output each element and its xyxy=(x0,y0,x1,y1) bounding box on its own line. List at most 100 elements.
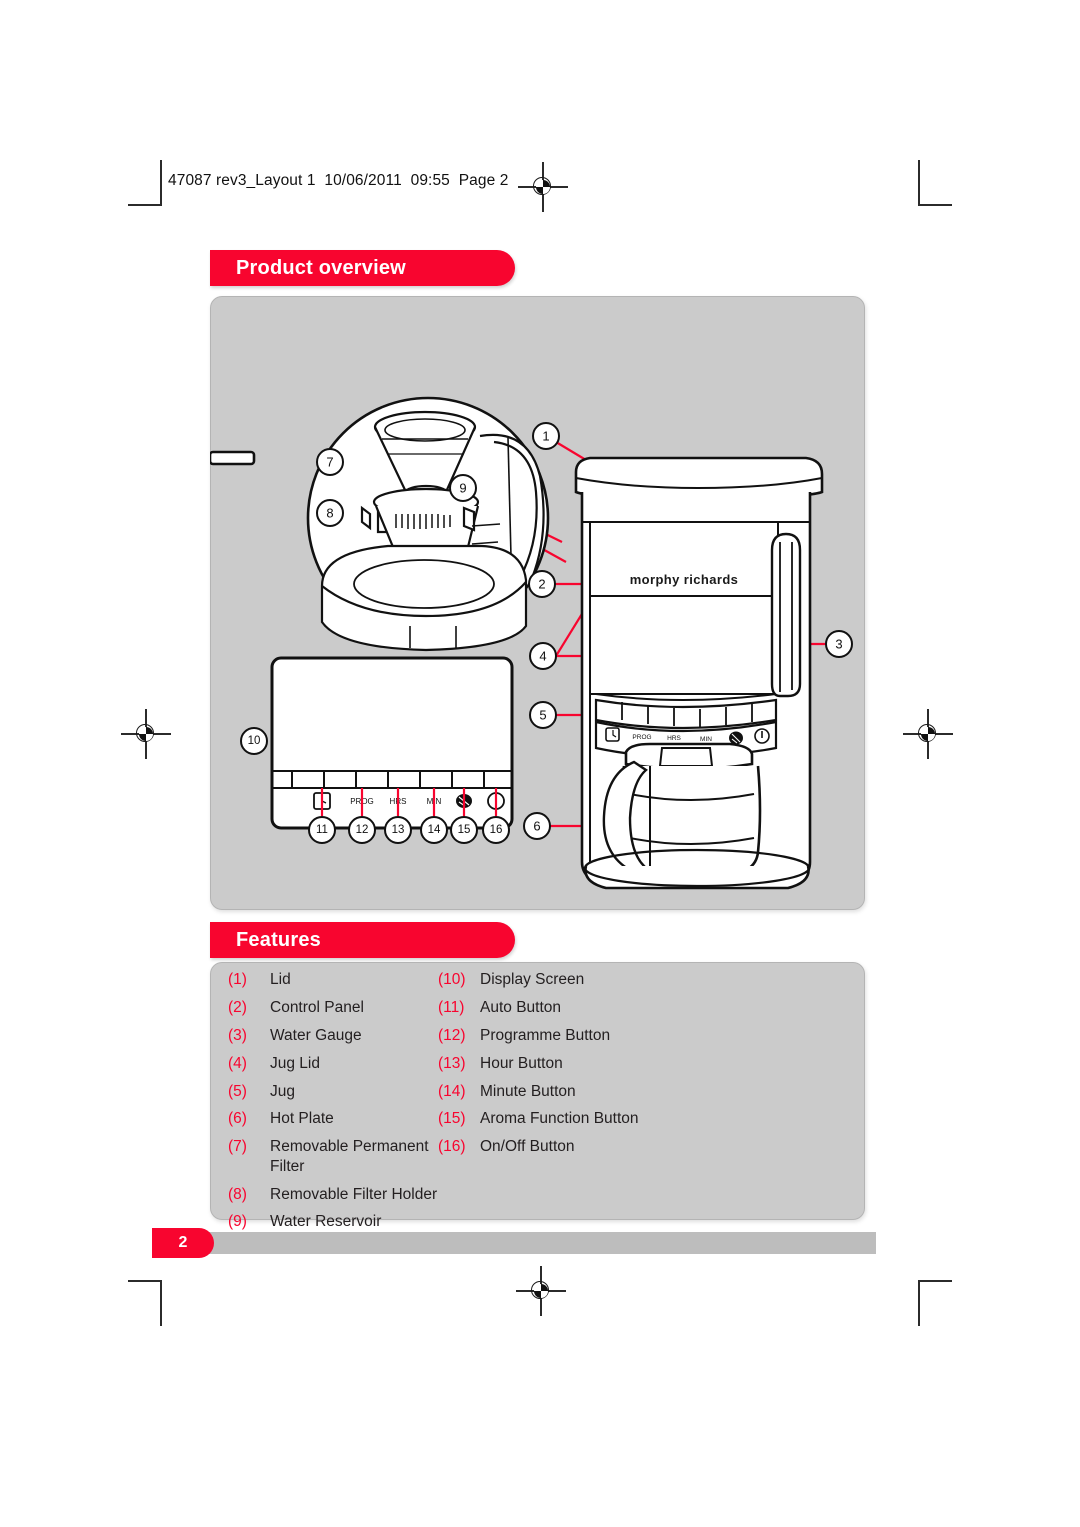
feature-number: (4) xyxy=(228,1054,247,1072)
list-item: (8) Removable Filter Holder xyxy=(228,1185,438,1204)
registration-mark-bottom xyxy=(516,1266,566,1316)
callout-11: 11 xyxy=(308,816,336,844)
list-item: (11) Auto Button xyxy=(438,998,678,1017)
callout-1: 1 xyxy=(532,422,560,450)
crop-mark-bottom-right xyxy=(906,1280,952,1326)
callout-11-label: 11 xyxy=(316,824,328,836)
list-item: (14) Minute Button xyxy=(438,1082,678,1101)
callout-15: 15 xyxy=(450,816,478,844)
feature-label: Aroma Function Button xyxy=(480,1110,639,1128)
feature-number: (6) xyxy=(228,1110,247,1128)
callout-6: 6 xyxy=(523,812,551,840)
callout-14-label: 14 xyxy=(428,824,441,836)
feature-number: (7) xyxy=(228,1138,247,1156)
feature-number: (3) xyxy=(228,1026,247,1044)
callout-6-label: 6 xyxy=(533,819,540,834)
list-item: (9) Water Reservoir xyxy=(228,1212,438,1231)
section-banner-features: Features xyxy=(210,922,515,958)
callout-3: 3 xyxy=(825,630,853,658)
callout-16-label: 16 xyxy=(490,824,503,836)
page-header-text: 47087 rev3_Layout 1 10/06/2011 09:55 Pag… xyxy=(168,172,509,189)
list-item: (1) Lid xyxy=(228,970,438,989)
feature-label: Jug Lid xyxy=(270,1054,320,1072)
feature-label: Auto Button xyxy=(480,998,562,1016)
list-item: (7) Removable Permanent Filter xyxy=(228,1137,438,1176)
callout-5-label: 5 xyxy=(539,708,546,723)
callout-12: 12 xyxy=(348,816,376,844)
list-item: (6) Hot Plate xyxy=(228,1109,438,1128)
callout-7-label: 7 xyxy=(326,455,333,470)
callout-2: 2 xyxy=(528,570,556,598)
registration-mark-left xyxy=(121,709,171,759)
list-item: (3) Water Gauge xyxy=(228,1026,438,1045)
feature-label: Water Gauge xyxy=(270,1026,362,1044)
callout-7: 7 xyxy=(316,448,344,476)
machine-power-icon xyxy=(754,728,770,744)
list-item: (16) On/Off Button xyxy=(438,1137,678,1156)
feature-number: (10) xyxy=(438,971,466,988)
jug-lid xyxy=(624,742,754,771)
feature-number: (9) xyxy=(228,1213,247,1231)
list-item: (4) Jug Lid xyxy=(228,1054,438,1073)
feature-number: (5) xyxy=(228,1082,247,1100)
callout-1-label: 1 xyxy=(542,429,549,444)
feature-label: Removable Permanent Filter xyxy=(270,1138,429,1175)
page-number-tab: 2 xyxy=(152,1228,214,1258)
registration-mark-right xyxy=(903,709,953,759)
callout-13-label: 13 xyxy=(392,824,405,836)
water-gauge xyxy=(770,532,802,698)
callout-14: 14 xyxy=(420,816,448,844)
callout-8: 8 xyxy=(316,499,344,527)
callout-16: 16 xyxy=(482,816,510,844)
features-right-column: (10) Display Screen (11) Auto Button (12… xyxy=(438,970,678,1165)
callout-4-label: 4 xyxy=(539,649,546,664)
jug xyxy=(602,760,762,878)
machine-prog-label: PROG xyxy=(632,734,651,741)
machine-aroma-icon xyxy=(729,731,743,745)
callout-3-label: 3 xyxy=(835,637,842,652)
feature-label: Hot Plate xyxy=(270,1110,334,1128)
list-item: (13) Hour Button xyxy=(438,1054,678,1073)
callout-2-label: 2 xyxy=(538,577,545,592)
feature-label: Minute Button xyxy=(480,1082,576,1100)
feature-label: Hour Button xyxy=(480,1054,563,1072)
feature-number: (15) xyxy=(438,1110,466,1128)
callout-9: 9 xyxy=(449,474,477,502)
section-title-features: Features xyxy=(236,928,321,951)
feature-number: (12) xyxy=(438,1026,466,1044)
machine-min-label: MIN xyxy=(700,736,712,743)
callout-4: 4 xyxy=(529,642,557,670)
feature-label: Jug xyxy=(270,1082,295,1100)
list-item: (15) Aroma Function Button xyxy=(438,1109,678,1128)
control-panel-detail: PROG HRS MIN 10 11 12 13 14 15 16 xyxy=(240,656,514,844)
footer-bar xyxy=(196,1232,876,1254)
features-left-column: (1) Lid (2) Control Panel (3) Water Gaug… xyxy=(228,970,438,1240)
callout-10-label: 10 xyxy=(248,735,261,747)
header-rule xyxy=(160,162,162,204)
callout-12-label: 12 xyxy=(356,824,369,836)
callout-10: 10 xyxy=(240,727,268,755)
list-item: (12) Programme Button xyxy=(438,1026,678,1045)
inset-base xyxy=(320,544,528,652)
callout-5: 5 xyxy=(529,701,557,729)
feature-label: Removable Filter Holder xyxy=(270,1185,438,1203)
feature-label: Water Reservoir xyxy=(270,1213,382,1231)
feature-number: (11) xyxy=(438,998,465,1016)
list-item: (10) Display Screen xyxy=(438,970,678,989)
list-item: (5) Jug xyxy=(228,1082,438,1101)
crop-mark-top-right xyxy=(906,160,952,206)
callout-8-label: 8 xyxy=(326,506,333,521)
feature-number: (8) xyxy=(228,1185,247,1203)
feature-number: (13) xyxy=(438,1054,466,1072)
feature-label: On/Off Button xyxy=(480,1138,575,1156)
feature-label: Programme Button xyxy=(480,1026,611,1044)
feature-number: (1) xyxy=(228,971,247,988)
section-title-product-overview: Product overview xyxy=(236,256,406,279)
feature-number: (2) xyxy=(228,998,247,1016)
feature-label: Display Screen xyxy=(480,971,585,988)
list-item: (2) Control Panel xyxy=(228,998,438,1017)
callout-13: 13 xyxy=(384,816,412,844)
feature-label: Lid xyxy=(270,971,291,988)
registration-mark-top xyxy=(518,162,568,212)
brand-logo: morphy richards xyxy=(630,572,739,587)
